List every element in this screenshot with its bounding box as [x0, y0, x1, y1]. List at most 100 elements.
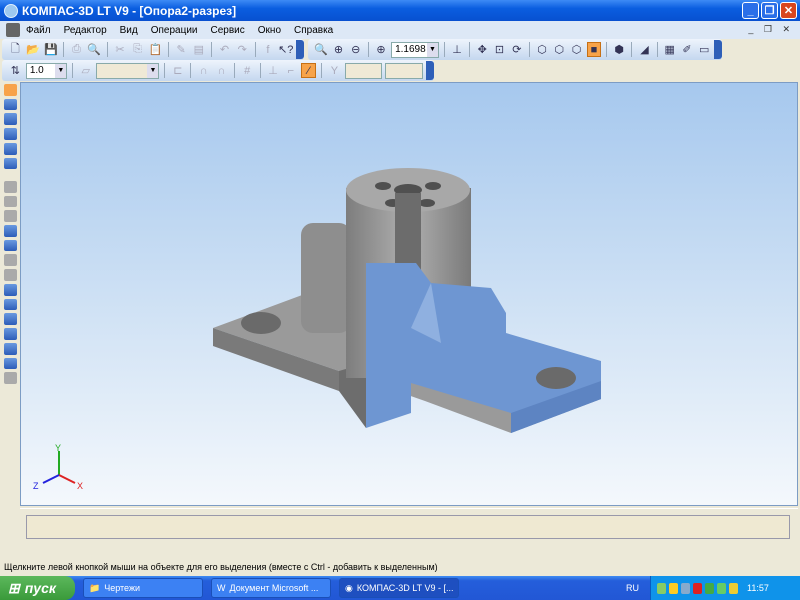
magnet-icon[interactable]: ∩	[196, 63, 211, 78]
snap-icon[interactable]: ⇅	[8, 63, 23, 78]
minimize-button[interactable]: _	[742, 2, 759, 19]
tray-icon[interactable]	[657, 582, 666, 594]
rotate-icon[interactable]: ⟳	[510, 42, 524, 57]
task-folder[interactable]: 📁 Чертежи	[83, 578, 203, 598]
shaded-edges-icon[interactable]: ⬢	[612, 42, 626, 57]
layer-combo[interactable]: ▼	[96, 62, 160, 79]
menu-help[interactable]: Справка	[294, 25, 333, 36]
tray-icon[interactable]	[729, 582, 738, 594]
round-icon[interactable]: ⌐	[283, 63, 298, 78]
chevron-down-icon[interactable]: ▼	[147, 63, 159, 78]
cut-icon[interactable]: ✂	[113, 42, 128, 57]
new-file-icon[interactable]: 🗋	[8, 42, 23, 57]
zoom-window-icon[interactable]: 🔍	[314, 42, 328, 57]
tray-icon[interactable]	[681, 582, 690, 594]
perspective-icon[interactable]: ◢	[637, 42, 651, 57]
save-icon[interactable]: 💾	[43, 42, 58, 57]
network-icon[interactable]	[705, 582, 714, 594]
local-cs-icon[interactable]: ⊏	[170, 63, 185, 78]
folder-icon: 📁	[89, 582, 101, 593]
open-icon[interactable]: 📂	[26, 42, 41, 57]
loft-icon[interactable]	[3, 225, 17, 237]
array-icon[interactable]	[3, 357, 17, 370]
menu-editor[interactable]: Редактор	[64, 25, 107, 36]
close-button[interactable]: ✕	[780, 2, 797, 19]
surfaces-icon[interactable]	[3, 128, 17, 140]
zoom-in-icon[interactable]: ⊕	[331, 42, 345, 57]
undo-icon[interactable]: ↶	[217, 42, 232, 57]
coord-y-field[interactable]	[385, 62, 424, 79]
redo-icon[interactable]: ↷	[235, 42, 250, 57]
antivirus-icon[interactable]	[693, 582, 702, 594]
extrude-icon[interactable]	[3, 180, 17, 193]
menu-operations[interactable]: Операции	[151, 25, 198, 36]
magnet2-icon[interactable]: ∩	[214, 63, 229, 78]
zoom-out-icon[interactable]: ⊖	[349, 42, 363, 57]
grid-icon[interactable]: #	[240, 63, 255, 78]
toolbar-options-icon[interactable]	[296, 40, 305, 59]
task-kompas[interactable]: ◉ КОМПАС-3D LT V9 - [...	[339, 578, 459, 598]
step-combo[interactable]: 1.0 ▼	[25, 62, 68, 79]
revolve-icon[interactable]	[3, 195, 17, 208]
shell-icon[interactable]	[3, 342, 17, 355]
chamfer-icon[interactable]	[3, 298, 17, 311]
function-icon[interactable]: f	[261, 42, 276, 57]
shield-icon[interactable]	[669, 582, 678, 594]
display-icon[interactable]: ▭	[697, 42, 711, 57]
properties-field[interactable]	[26, 515, 790, 539]
coord-x-field[interactable]	[344, 62, 383, 79]
cut-sweep-icon[interactable]	[3, 269, 17, 281]
menu-view[interactable]: Вид	[120, 25, 138, 36]
pan-icon[interactable]: ✥	[475, 42, 489, 57]
zoom-combo[interactable]: 1.1698 ▼	[391, 41, 439, 58]
print-icon[interactable]: ⎙	[69, 42, 84, 57]
hidden-lines-icon[interactable]: ⬡	[552, 42, 566, 57]
maximize-button[interactable]: ❐	[761, 2, 778, 19]
snap-toggle-icon[interactable]: ⁄	[301, 63, 317, 78]
sweep-icon[interactable]	[3, 210, 17, 223]
section-icon[interactable]: ▦	[663, 42, 677, 57]
ortho-icon[interactable]: ⊥	[266, 63, 281, 78]
3d-viewport[interactable]: Y X Z	[20, 82, 798, 506]
mdi-window-buttons[interactable]: _ ❐ ✕	[748, 24, 794, 35]
preview-icon[interactable]: 🔍	[87, 42, 102, 57]
start-button[interactable]: ⊞ пуск	[0, 576, 75, 600]
document-icon[interactable]	[6, 23, 20, 37]
filter-icon[interactable]	[3, 157, 17, 170]
cut-extrude-icon[interactable]	[3, 239, 17, 252]
layer-icon[interactable]: ▱	[78, 63, 93, 78]
select-icon[interactable]	[3, 84, 17, 96]
language-indicator[interactable]: RU	[626, 583, 639, 593]
fillet-icon[interactable]	[3, 283, 17, 296]
mirror-icon[interactable]	[3, 372, 17, 385]
menu-window[interactable]: Окно	[258, 25, 281, 36]
shaded-icon[interactable]: ■	[586, 42, 602, 57]
menu-file[interactable]: Файл	[26, 25, 51, 36]
thin-lines-icon[interactable]: ⬡	[569, 42, 583, 57]
rib-icon[interactable]	[3, 328, 17, 340]
tree-icon[interactable]: ▤	[191, 42, 206, 57]
menu-service[interactable]: Сервис	[211, 25, 245, 36]
hole-icon[interactable]	[3, 313, 17, 326]
chevron-down-icon[interactable]: ▼	[55, 63, 67, 78]
properties-icon[interactable]: ✎	[174, 42, 189, 57]
copy-icon[interactable]: ⎘	[130, 42, 145, 57]
toolbar-options-icon[interactable]	[714, 40, 722, 59]
color-icon[interactable]: ✐	[680, 42, 694, 57]
tray-icon[interactable]	[717, 582, 726, 594]
fit-all-icon[interactable]: ⊡	[492, 42, 506, 57]
zoom-scale-icon[interactable]: ⊕	[374, 42, 388, 57]
wireframe-icon[interactable]: ⬡	[535, 42, 549, 57]
model-opora2[interactable]: Y X Z	[21, 83, 799, 507]
paste-icon[interactable]: 📋	[148, 42, 163, 57]
curves-icon[interactable]	[3, 98, 17, 111]
edit-icon[interactable]	[3, 113, 17, 126]
orientation-icon[interactable]: ⊥	[450, 42, 464, 57]
coords-icon[interactable]: Y	[327, 63, 342, 78]
chevron-down-icon[interactable]: ▼	[426, 42, 438, 57]
cut-revolve-icon[interactable]	[3, 254, 17, 267]
aux-geometry-icon[interactable]	[3, 142, 17, 155]
help-pointer-icon[interactable]: ↖?	[278, 42, 293, 57]
toolbar-options-icon[interactable]	[426, 61, 434, 80]
task-word[interactable]: W Документ Microsoft ...	[211, 578, 331, 598]
